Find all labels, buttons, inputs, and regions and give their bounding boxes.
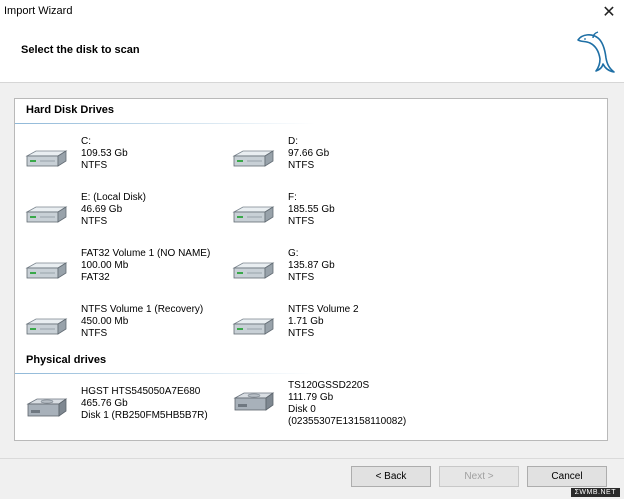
drive-item[interactable]: E: (Local Disk) 46.69 Gb NTFS: [23, 192, 223, 236]
physical-drive-item[interactable]: HGST HTS545050A7E680 465.76 Gb Disk 1 (RB2…: [23, 386, 223, 436]
drive-item[interactable]: C: 109.53 Gb NTFS: [23, 136, 223, 180]
hard-drive-icon: [23, 192, 69, 236]
hard-drive-icon: [23, 248, 69, 292]
drive-detail-line: 465.76 Gb: [81, 398, 128, 409]
hard-drive-icon: [23, 136, 69, 180]
close-icon: ✕: [602, 4, 616, 21]
next-button[interactable]: Next >: [439, 466, 519, 487]
drive-detail-line: NTFS: [288, 160, 315, 171]
drive-detail-line: 100.00 Mb: [81, 260, 129, 271]
hard-drive-icon: [230, 136, 276, 180]
drive-detail-line: 111.79 Gb: [288, 392, 334, 403]
drive-item[interactable]: F: 185.55 Gb NTFS: [230, 192, 430, 236]
section-title-hard-disk-drives: Hard Disk Drives: [26, 104, 115, 116]
drive-detail-line: NTFS Volume 2: [288, 304, 359, 315]
hard-drive-icon: [230, 192, 276, 236]
hard-drive-icon: [230, 304, 276, 348]
drive-item[interactable]: D: 97.66 Gb NTFS: [230, 136, 430, 180]
drive-details: C: 109.53 Gb NTFS: [81, 136, 128, 172]
drive-detail-line: D:: [288, 136, 298, 147]
drive-detail-line: (02355307E13158110082): [288, 416, 407, 427]
drive-detail-line: C:: [81, 136, 91, 147]
drive-detail-line: 97.66 Gb: [288, 148, 330, 159]
hard-drive-icon: [230, 248, 276, 292]
watermark: ΣWMB.NET: [570, 488, 620, 497]
drive-details: TS120GSSD220S 111.79 Gb Disk 0 (02355307E13…: [288, 380, 406, 428]
back-button[interactable]: < Back: [351, 466, 431, 487]
physical-drive-item[interactable]: TS120GSSD220S 111.79 Gb Disk 0 (02355307E13…: [230, 380, 430, 430]
drive-detail-line: TS120GSSD220S: [288, 380, 370, 391]
drive-details: E: (Local Disk) 46.69 Gb NTFS: [81, 192, 146, 228]
hard-drive-icon: [23, 304, 69, 348]
drive-detail-line: 46.69 Gb: [81, 204, 123, 215]
drive-detail-line: NTFS Volume 1 (Recovery): [81, 304, 204, 315]
drive-item[interactable]: NTFS Volume 1 (Recovery) 450.00 Mb NTFS: [23, 304, 223, 348]
drive-detail-line: NTFS: [288, 328, 315, 339]
drive-detail-line: NTFS: [81, 328, 108, 339]
drive-detail-line: NTFS: [81, 160, 108, 171]
drive-detail-line: NTFS: [288, 272, 315, 283]
section-title-physical-drives: Physical drives: [26, 354, 107, 366]
close-button[interactable]: ✕: [594, 0, 624, 24]
drive-details: NTFS Volume 1 (Recovery) 450.00 Mb NTFS: [81, 304, 203, 340]
drive-detail-line: 1.71 Gb: [288, 316, 324, 327]
dolphin-logo-icon: [577, 31, 615, 73]
title-bar: Import Wizard ✕: [0, 0, 624, 24]
drive-item[interactable]: G: 135.87 Gb NTFS: [230, 248, 430, 292]
drive-detail-line: 450.00 Mb: [81, 316, 129, 327]
footer-divider: [0, 458, 624, 459]
cancel-button[interactable]: Cancel: [527, 466, 607, 487]
drive-item[interactable]: FAT32 Volume 1 (NO NAME) 100.00 Mb FAT32: [23, 248, 223, 292]
physical-disk-icon: [23, 386, 69, 430]
drive-detail-line: Disk 0: [288, 404, 316, 415]
drive-item[interactable]: NTFS Volume 2 1.71 Gb NTFS: [230, 304, 430, 348]
drive-details: G: 135.87 Gb NTFS: [288, 248, 335, 284]
drive-detail-line: NTFS: [81, 216, 108, 227]
physical-disk-icon: [230, 380, 276, 424]
drive-list-panel: Hard Disk Drives Physical drives C: 109.5…: [14, 98, 608, 441]
drive-detail-line: E: (Local Disk): [81, 192, 147, 203]
drive-detail-line: G:: [288, 248, 299, 259]
drive-details: F: 185.55 Gb NTFS: [288, 192, 335, 228]
drive-details: D: 97.66 Gb NTFS: [288, 136, 329, 172]
section-divider: [15, 123, 315, 124]
drive-detail-line: NTFS: [288, 216, 315, 227]
window-title: Import Wizard: [4, 5, 73, 17]
drive-detail-line: HGST HTS545050A7E680: [81, 386, 201, 397]
drive-detail-line: F:: [288, 192, 297, 203]
drive-detail-line: Disk 1 (RB250FM5HB5B7R): [81, 410, 208, 421]
drive-detail-line: 185.55 Gb: [288, 204, 335, 215]
wizard-header: Select the disk to scan: [0, 24, 624, 83]
drive-detail-line: FAT32 Volume 1 (NO NAME): [81, 248, 211, 259]
drive-details: HGST HTS545050A7E680 465.76 Gb Disk 1 (RB2…: [81, 386, 208, 422]
drive-details: NTFS Volume 2 1.71 Gb NTFS: [288, 304, 359, 340]
drive-detail-line: 135.87 Gb: [288, 260, 335, 271]
drive-detail-line: FAT32: [81, 272, 110, 283]
drive-detail-line: 109.53 Gb: [81, 148, 128, 159]
page-title: Select the disk to scan: [21, 44, 140, 56]
drive-details: FAT32 Volume 1 (NO NAME) 100.00 Mb FAT32: [81, 248, 210, 284]
section-divider: [15, 373, 315, 374]
